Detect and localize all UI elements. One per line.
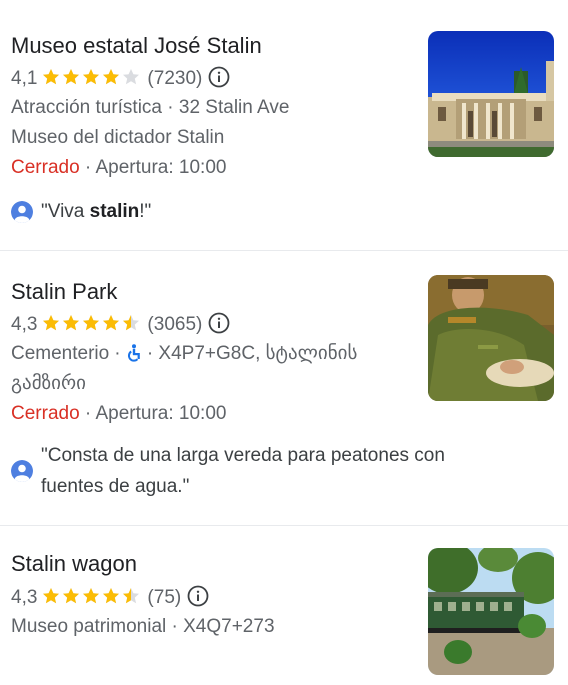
star-rating (41, 314, 141, 339)
info-icon[interactable] (208, 66, 230, 95)
rating-row: 4,1 (7230) (11, 66, 230, 95)
star-icon (63, 315, 80, 331)
category-address: Museo patrimonial · X4Q7+273 (11, 616, 275, 637)
star-rating (41, 68, 141, 93)
result-card-wagon[interactable]: Stalin wagon 4,3 (75) Museo patrimonial ·… (0, 526, 568, 685)
rating-value: 4,3 (11, 314, 38, 335)
hours-row: Cerrado · Apertura: 10:00 (11, 402, 226, 426)
review-count: (3065) (147, 314, 203, 335)
star-icon (123, 69, 140, 85)
review-text: "Viva (41, 201, 90, 222)
rating-value: 4,3 (11, 587, 38, 608)
category: Cementerio (11, 343, 110, 364)
review-count: (75) (147, 587, 182, 608)
plus-code-address: · X4P7+G8C, სტალინის (141, 343, 358, 364)
review-snippet: "Viva stalin!" (11, 196, 411, 227)
status-closed: Cerrado (11, 403, 80, 424)
star-icon (43, 588, 60, 604)
star-icon (43, 315, 60, 331)
place-title[interactable]: Stalin Park (11, 279, 117, 305)
address-continued: გამზირი (11, 373, 86, 394)
review-count: (7230) (147, 68, 203, 89)
info-icon[interactable] (187, 585, 209, 614)
place-title[interactable]: Museo estatal José Stalin (11, 33, 262, 59)
description: Museo del dictador Stalin (11, 127, 225, 148)
info-icon[interactable] (208, 312, 230, 341)
category-address: Cementerio · · X4P7+G8C, სტალინის (11, 342, 357, 369)
wheelchair-accessible-icon (126, 344, 142, 369)
star-icon (83, 315, 100, 331)
result-card-museo[interactable]: Museo estatal José Stalin 4,1 (7230) Atra… (0, 0, 568, 250)
avatar-icon (11, 201, 33, 223)
review-snippet: "Consta de una larga vereda para peatone… (11, 440, 551, 502)
place-title[interactable]: Stalin wagon (11, 551, 137, 577)
place-photo[interactable] (428, 548, 554, 675)
review-text-line-1: "Consta de una larga vereda para peatone… (41, 445, 445, 466)
rating-row: 4,3 (3065) (11, 312, 230, 341)
category-address: Atracción turística · 32 Stalin Ave (11, 97, 290, 118)
avatar-icon (11, 460, 33, 482)
star-icon (83, 69, 100, 85)
review-text-end: !" (139, 201, 152, 222)
result-card-park[interactable]: Stalin Park 4,3 (3065) Cementerio · · X4P7… (0, 251, 568, 525)
place-photo[interactable] (428, 275, 554, 401)
status-closed: Cerrado (11, 157, 80, 178)
rating-row: 4,3 (75) (11, 585, 209, 614)
opening-time: · Apertura: 10:00 (79, 157, 227, 178)
star-icon (63, 588, 80, 604)
hours-row: Cerrado · Apertura: 10:00 (11, 156, 226, 180)
rating-value: 4,1 (11, 68, 38, 89)
review-text-line-2: fuentes de agua." (41, 476, 190, 497)
star-rating (41, 587, 141, 612)
place-photo[interactable] (428, 31, 554, 157)
star-icon (103, 588, 120, 604)
star-icon (63, 69, 80, 85)
star-icon (43, 69, 60, 85)
star-icon (83, 588, 100, 604)
review-highlight: stalin (89, 201, 140, 222)
opening-time: · Apertura: 10:00 (79, 403, 227, 424)
star-icon (123, 588, 140, 604)
star-icon (103, 315, 120, 331)
star-icon (103, 69, 120, 85)
star-icon (123, 315, 140, 331)
